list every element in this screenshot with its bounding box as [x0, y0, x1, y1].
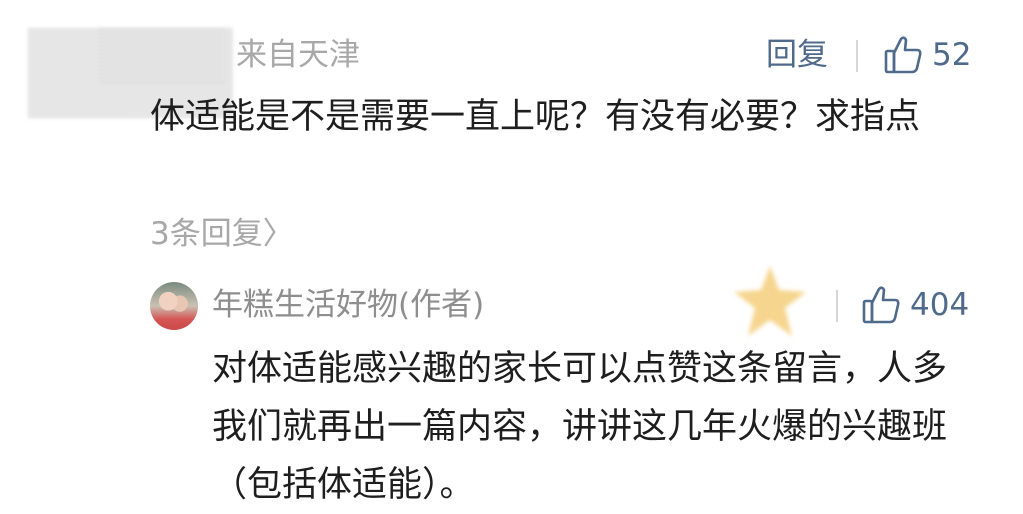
blurred-username [100, 28, 225, 83]
author-name: 年糕生活好物(作者) [212, 287, 485, 323]
star-sticker-icon [730, 262, 810, 342]
thumbs-up-icon [862, 285, 900, 325]
divider [856, 40, 858, 72]
author-avatar [150, 282, 198, 330]
author-like-button[interactable]: 404 [862, 284, 969, 326]
comment-like-count: 52 [932, 37, 972, 73]
thumbs-up-icon [884, 35, 922, 75]
view-replies-link[interactable]: 3条回复〉 [150, 212, 294, 256]
divider [836, 290, 838, 322]
comment-text: 体适能是不是需要一直上呢？有没有必要？求指点 [150, 97, 921, 137]
reply-button[interactable]: 回复 [766, 34, 828, 76]
author-like-count: 404 [910, 287, 970, 323]
comment-like-button[interactable]: 52 [884, 34, 971, 76]
author-reply-text: 对体适能感兴趣的家长可以点赞这条留言，人多我们就再出一篇内容，讲讲这几年火爆的兴… [212, 349, 948, 505]
comment-location: 来自天津 [236, 37, 360, 73]
